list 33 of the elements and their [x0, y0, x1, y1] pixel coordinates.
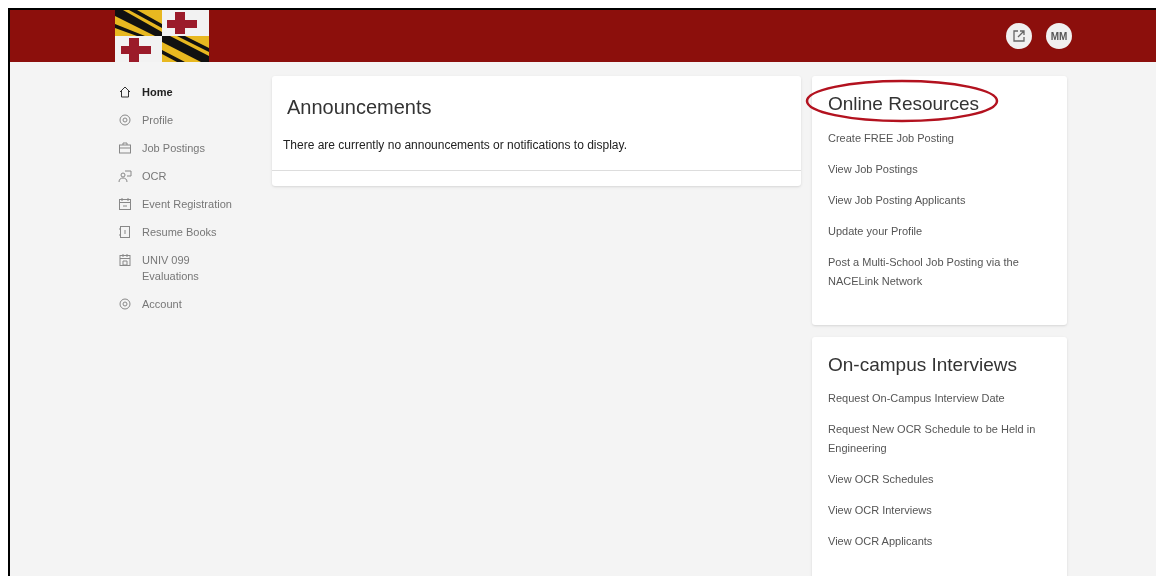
nav-icon — [118, 169, 132, 183]
empty-message: There are currently no announcements or notifications to display. — [282, 137, 628, 154]
nav-item[interactable]: OCR — [118, 162, 272, 190]
resource-link[interactable]: View OCR Applicants — [828, 532, 1043, 551]
user-avatar[interactable]: MM — [1046, 23, 1072, 49]
resource-link[interactable]: Post a Multi-School Job Posting via the NACELink Network — [828, 252, 1043, 291]
nav-icon — [118, 85, 132, 99]
resource-link[interactable]: View OCR Interviews — [828, 501, 1043, 520]
nav-item[interactable]: Home — [118, 78, 272, 106]
nav-icon — [118, 253, 132, 267]
resource-link[interactable]: Update your Profile — [828, 221, 1043, 241]
resource-link[interactable]: Create FREE Job Posting — [828, 128, 1043, 148]
card-title: On-campus Interviews — [828, 352, 1017, 377]
nav-icon — [118, 141, 132, 155]
nav-item[interactable]: Account — [118, 290, 272, 318]
external-link-button[interactable] — [1006, 23, 1032, 49]
nav-item[interactable]: Event Registration — [118, 190, 272, 218]
resource-link[interactable]: Request New OCR Schedule to be Held in Engineering — [828, 420, 1043, 458]
resource-link[interactable]: View Job Posting Applicants — [828, 190, 1043, 210]
nav-icon — [118, 113, 132, 127]
card-title: Online Resources — [828, 92, 980, 116]
external-link-icon — [1013, 30, 1025, 42]
card-title: Announcements — [286, 95, 433, 120]
nav-item[interactable]: Resume Books — [118, 218, 272, 246]
nav-item[interactable]: UNIV 099 Evaluations — [118, 246, 272, 290]
nav-icon — [118, 297, 132, 311]
nav-item[interactable]: Job Postings — [118, 134, 272, 162]
nav-icon — [118, 197, 132, 211]
resource-link[interactable]: Request On-Campus Interview Date — [828, 389, 1043, 408]
nav-item[interactable]: Profile — [118, 106, 272, 134]
resource-link[interactable]: View Job Postings — [828, 159, 1043, 179]
nav-icon — [118, 225, 132, 239]
resource-link[interactable]: View OCR Schedules — [828, 470, 1043, 489]
